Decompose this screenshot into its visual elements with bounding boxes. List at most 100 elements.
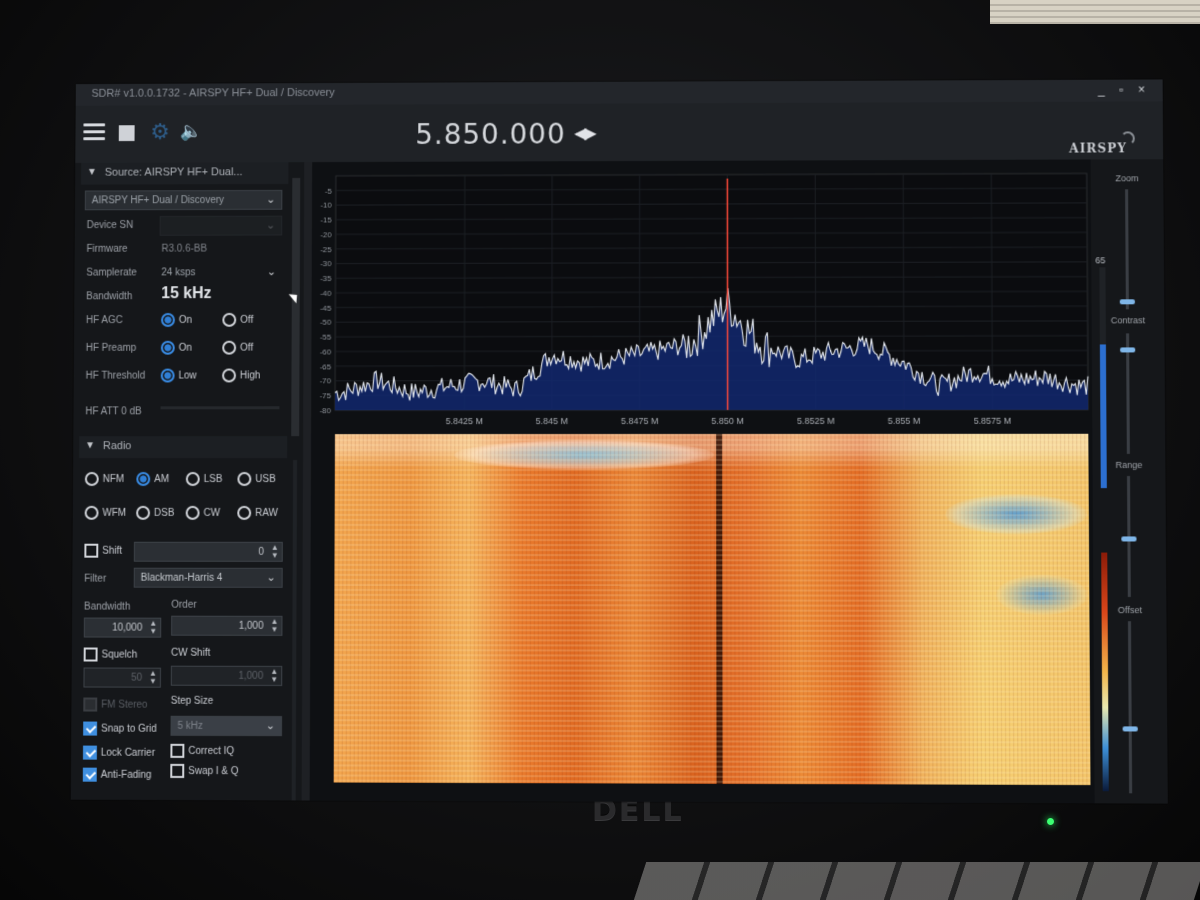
mode-lsb-radio[interactable] xyxy=(186,472,200,486)
anti-fading-checkbox[interactable] xyxy=(83,768,97,782)
hf-preamp-label: HF Preamp xyxy=(86,343,137,354)
mode-cw-label: CW xyxy=(203,508,220,519)
samplerate-label: Samplerate xyxy=(86,268,137,279)
chevron-down-icon: ⌄ xyxy=(266,719,275,732)
spin-arrows-icon: ▲ ▼ xyxy=(271,618,279,634)
hf-agc-on-radio[interactable] xyxy=(161,313,175,327)
mode-dsb-radio[interactable] xyxy=(136,506,150,520)
x-tick-label: 5.8525 M xyxy=(797,416,835,426)
hf-threshold-low-radio[interactable] xyxy=(161,369,175,383)
y-tick-label: -75 xyxy=(320,392,332,401)
x-tick-label: 5.845 M xyxy=(536,416,568,426)
y-tick-label: -70 xyxy=(320,377,332,386)
order-label: Order xyxy=(171,600,196,611)
spin-arrows-icon: ▲ ▼ xyxy=(270,668,278,684)
chevron-down-icon: ⌄ xyxy=(267,265,276,278)
spectrum-analyzer[interactable]: -5 -10 -15 -20 -25 -30 -35 -40 -45 -50 -55 -60 -65 -7… xyxy=(311,159,1092,430)
hf-preamp-off-radio[interactable] xyxy=(222,341,236,355)
maximize-button[interactable]: ▫ xyxy=(1114,83,1128,97)
stop-icon[interactable] xyxy=(119,125,135,141)
spin-arrows-icon: ▲ ▼ xyxy=(149,670,157,686)
hf-agc-off-radio[interactable] xyxy=(222,313,236,327)
hf-att-slider[interactable] xyxy=(161,406,280,409)
shift-input[interactable]: 0 ▲ ▼ xyxy=(134,542,283,562)
frequency-display[interactable]: 5.850.000 xyxy=(415,118,566,151)
step-size-value: 5 kHz xyxy=(177,721,202,732)
zoom-slider-thumb[interactable] xyxy=(1120,299,1135,304)
hf-agc-off-label: Off xyxy=(240,315,253,326)
frequency-step-arrows[interactable]: ◀▶ xyxy=(574,123,595,143)
mode-cw-radio[interactable] xyxy=(186,506,200,520)
mode-am-label: AM xyxy=(154,474,169,485)
squelch-input[interactable]: 50 ▲ ▼ xyxy=(83,667,161,687)
level-meter xyxy=(1099,267,1106,488)
left-panel-scrollbar[interactable] xyxy=(291,178,300,436)
hf-threshold-high-radio[interactable] xyxy=(222,369,236,383)
shift-value: 0 xyxy=(258,547,264,558)
mode-usb-label: USB xyxy=(255,474,275,485)
y-tick-label: -55 xyxy=(320,333,332,342)
device-select[interactable]: AIRSPY HF+ Dual / Discovery ⌄ xyxy=(85,190,283,210)
samplerate-value: 24 ksps xyxy=(161,267,195,278)
radio-panel-scrollbar[interactable] xyxy=(292,460,297,800)
snap-to-grid-checkbox[interactable] xyxy=(83,722,97,736)
step-size-label: Step Size xyxy=(171,696,214,707)
collapse-arrow-icon: ▼ xyxy=(87,167,97,178)
close-button[interactable]: × xyxy=(1134,82,1148,96)
mode-usb-radio[interactable] xyxy=(237,472,251,486)
lock-carrier-checkbox[interactable] xyxy=(83,746,97,760)
y-tick-label: -80 xyxy=(320,406,332,415)
cw-shift-value: 1,000 xyxy=(238,671,263,682)
waterfall-texture xyxy=(334,434,1091,785)
source-header-label: Source: AIRSPY HF+ Dual... xyxy=(105,166,243,178)
waterfall-display[interactable] xyxy=(334,434,1091,785)
step-size-select[interactable]: 5 kHz ⌄ xyxy=(171,716,283,736)
cw-shift-label: CW Shift xyxy=(171,648,210,659)
mode-raw-radio[interactable] xyxy=(237,506,251,520)
offset-slider-track[interactable] xyxy=(1128,621,1132,793)
y-tick-label: -10 xyxy=(320,201,332,210)
range-label: Range xyxy=(1093,460,1166,470)
squelch-checkbox[interactable] xyxy=(84,648,98,662)
correct-iq-checkbox[interactable] xyxy=(170,744,184,758)
hf-att-label: HF ATT 0 dB xyxy=(85,406,141,417)
y-tick-label: -20 xyxy=(320,230,332,239)
samplerate-select[interactable]: 24 ksps ⌄ xyxy=(155,263,282,283)
radio-bandwidth-input[interactable]: 10,000 ▲ ▼ xyxy=(84,618,161,638)
menu-icon[interactable] xyxy=(83,123,105,141)
squelch-label: Squelch xyxy=(101,650,137,661)
mode-lsb-label: LSB xyxy=(204,474,223,485)
swap-iq-checkbox[interactable] xyxy=(170,764,184,778)
cw-shift-input[interactable]: 1,000 ▲ ▼ xyxy=(171,666,282,686)
device-sn-select[interactable]: ⌄ xyxy=(160,216,283,236)
y-tick-label: -50 xyxy=(320,318,332,327)
device-select-value: AIRSPY HF+ Dual / Discovery xyxy=(92,195,224,206)
hf-preamp-on-radio[interactable] xyxy=(161,341,175,355)
shift-checkbox[interactable] xyxy=(84,544,98,558)
minimize-button[interactable]: _ xyxy=(1094,83,1108,97)
squelch-value: 50 xyxy=(131,673,142,684)
contrast-label: Contrast xyxy=(1092,315,1165,325)
mode-dsb-label: DSB xyxy=(154,508,174,519)
radio-section-header[interactable]: ▼ Radio xyxy=(79,436,287,458)
zoom-slider-track[interactable] xyxy=(1125,189,1129,309)
hf-threshold-high-label: High xyxy=(240,370,260,381)
mode-am-radio[interactable] xyxy=(136,472,150,486)
mode-wfm-label: WFM xyxy=(102,508,126,519)
filter-select[interactable]: Blackman-Harris 4 ⌄ xyxy=(134,568,283,588)
gear-icon[interactable]: ⚙ xyxy=(150,119,170,145)
range-slider-thumb[interactable] xyxy=(1121,536,1136,541)
mode-wfm-radio[interactable] xyxy=(85,506,99,520)
hf-threshold-low-label: Low xyxy=(179,371,197,382)
filter-label: Filter xyxy=(84,574,106,585)
source-section-header[interactable]: ▼ Source: AIRSPY HF+ Dual... xyxy=(81,162,288,184)
order-input[interactable]: 1,000 ▲ ▼ xyxy=(171,616,282,636)
fm-stereo-checkbox[interactable] xyxy=(83,698,97,712)
hf-agc-label: HF AGC xyxy=(86,315,123,326)
contrast-slider-thumb[interactable] xyxy=(1120,347,1135,352)
offset-slider-thumb[interactable] xyxy=(1123,726,1138,731)
speaker-icon[interactable]: 🔈 xyxy=(180,121,202,142)
y-tick-label: -30 xyxy=(320,260,332,269)
mode-nfm-radio[interactable] xyxy=(85,472,99,486)
background-wall xyxy=(990,0,1200,24)
